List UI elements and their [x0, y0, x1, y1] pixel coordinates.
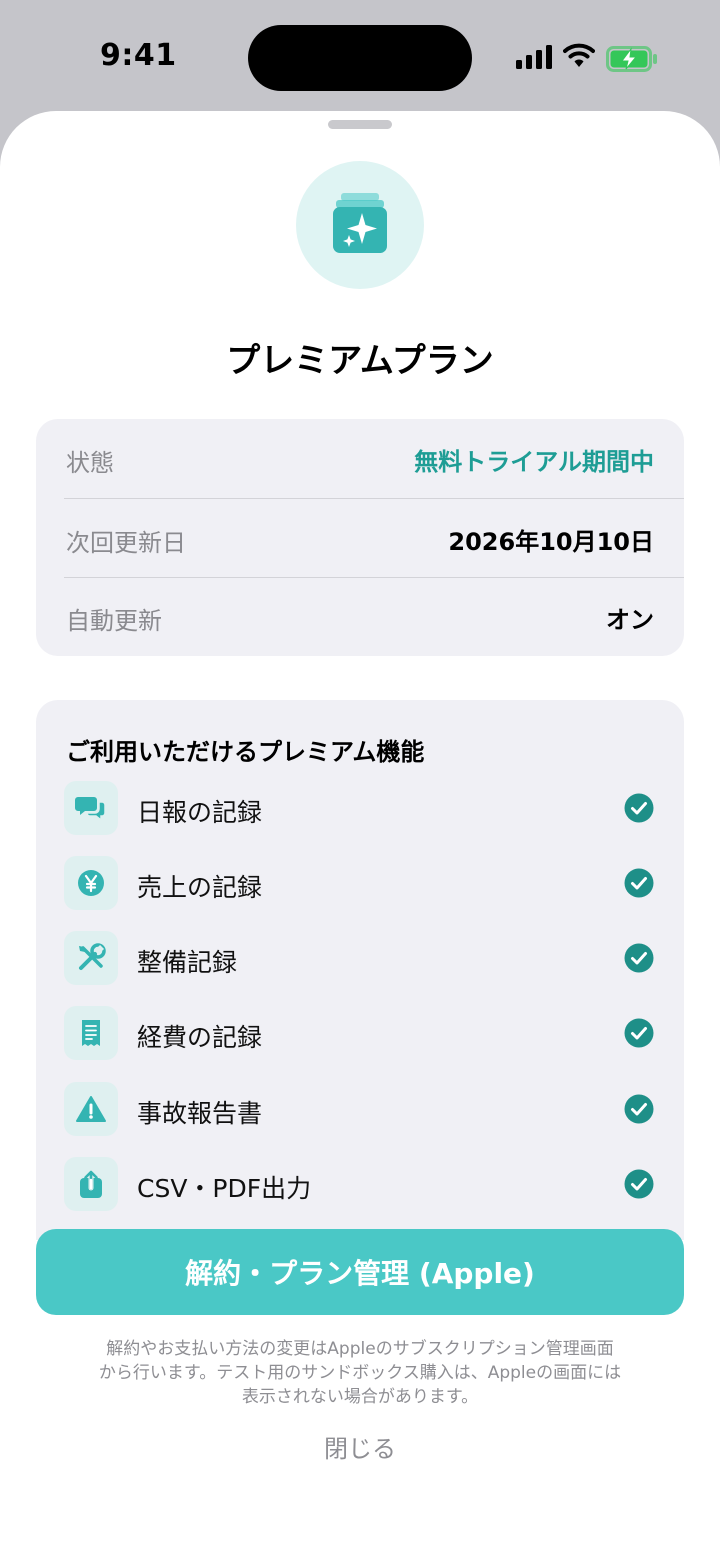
checkmark-circle-icon — [624, 1094, 654, 1124]
feature-label: 日報の記録 — [137, 798, 263, 827]
yen-coin-icon — [78, 870, 104, 896]
info-label: 状態 — [66, 449, 114, 477]
feature-row-expenses: 経費の記録 — [36, 1004, 684, 1064]
subscription-info-card: 状態 無料トライアル期間中 次回更新日 2026年10月10日 自動更新 オン — [36, 419, 684, 656]
checkmark-circle-icon — [624, 943, 654, 973]
manage-subscription-button[interactable]: 解約・プラン管理 (Apple) — [36, 1229, 684, 1315]
feature-row-sales: 売上の記録 — [36, 854, 684, 914]
premium-stack-sparkle-icon — [333, 193, 387, 253]
hero-badge — [296, 161, 424, 289]
feature-label: 事故報告書 — [137, 1099, 263, 1128]
checkmark-circle-icon — [624, 868, 654, 898]
premium-features-card: ご利用いただけるプレミアム機能 日報の記録 売上の記録 整備記録 経費の記録 事… — [36, 700, 684, 1240]
footnote-line: 解約やお支払い方法の変更はAppleのサブスクリプション管理画面 — [106, 1339, 614, 1359]
feature-label: 売上の記録 — [137, 873, 263, 902]
checkmark-circle-icon — [624, 1018, 654, 1048]
footnote-line: から行います。テスト用のサンドボックス購入は、Appleの画面には — [98, 1363, 622, 1383]
auto-renew-value: オン — [606, 606, 654, 634]
status-value: 無料トライアル期間中 — [414, 448, 654, 476]
info-row-auto-renew: 自動更新 オン — [36, 577, 684, 656]
sheet-grabber[interactable] — [328, 120, 392, 129]
wifi-icon — [563, 43, 595, 67]
status-time: 9:41 — [100, 38, 177, 73]
premium-sheet: プレミアムプラン 状態 無料トライアル期間中 次回更新日 2026年10月10日… — [0, 111, 720, 1565]
renewal-date-value: 2026年10月10日 — [448, 528, 654, 556]
battery-charging-icon — [606, 46, 657, 72]
feature-row-daily-report: 日報の記録 — [36, 779, 684, 839]
feature-label: 整備記録 — [137, 948, 238, 977]
checkmark-circle-icon — [624, 1169, 654, 1199]
features-heading: ご利用いただけるプレミアム機能 — [66, 738, 425, 766]
receipt-icon — [82, 1020, 100, 1046]
feature-row-csv-pdf-export: CSV・PDF出力 — [36, 1155, 684, 1215]
feature-row-accident-report: 事故報告書 — [36, 1080, 684, 1140]
feature-row-maintenance: 整備記録 — [36, 929, 684, 989]
info-row-status: 状態 無料トライアル期間中 — [36, 419, 684, 498]
info-label: 自動更新 — [66, 607, 162, 635]
info-label: 次回更新日 — [66, 529, 186, 557]
footnote: 解約やお支払い方法の変更はAppleのサブスクリプション管理画面 から行います。… — [60, 1337, 660, 1409]
footnote-line: 表示されない場合があります。 — [241, 1387, 479, 1407]
chat-bubbles-icon — [75, 797, 106, 822]
checkmark-circle-icon — [624, 793, 654, 823]
info-row-renewal-date: 次回更新日 2026年10月10日 — [36, 499, 684, 578]
feature-label: 経費の記録 — [137, 1023, 263, 1052]
feature-label: CSV・PDF出力 — [137, 1174, 312, 1203]
dynamic-island — [248, 25, 472, 91]
share-export-icon — [80, 1169, 102, 1198]
cellular-signal-icon — [516, 45, 552, 69]
sheet-title: プレミアムプラン — [226, 341, 494, 381]
status-bar: 9:41 — [0, 0, 720, 110]
close-button[interactable]: 閉じる — [0, 1429, 720, 1464]
warning-icon — [76, 1096, 106, 1122]
wrench-screwdriver-icon — [79, 943, 106, 970]
